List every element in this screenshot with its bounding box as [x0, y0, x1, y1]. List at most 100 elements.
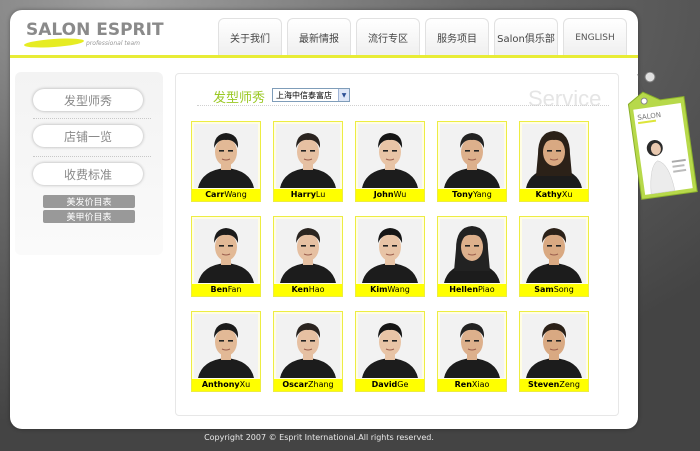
stylist-card[interactable]: RenXiao: [437, 311, 507, 392]
stylist-photo: [522, 219, 586, 283]
stylist-name: JohnWu: [356, 189, 424, 201]
stylist-name: HarryLu: [274, 189, 342, 201]
stylist-first-name: Ken: [291, 285, 309, 294]
store-select-value: 上海中信泰富店: [276, 90, 332, 100]
page-title: 发型师秀: [213, 91, 266, 106]
stylist-name: RenXiao: [438, 379, 506, 391]
stylist-photo: [358, 314, 422, 378]
sidebar-item-pricing[interactable]: 收费标准: [33, 163, 143, 185]
stylist-name: KimWang: [356, 284, 424, 296]
stylist-card[interactable]: BenFan: [191, 216, 261, 297]
stylist-first-name: Anthony: [201, 380, 240, 389]
stylist-first-name: Kim: [370, 285, 388, 294]
stylist-card[interactable]: CarrWang: [191, 121, 261, 202]
stylist-first-name: Carr: [205, 190, 225, 199]
stylist-name: KenHao: [274, 284, 342, 296]
stylist-first-name: Harry: [290, 190, 316, 199]
stylist-card[interactable]: StevenZeng: [519, 311, 589, 392]
stylist-photo: [358, 124, 422, 188]
stylist-photo: [194, 124, 258, 188]
stylist-photo: [358, 219, 422, 283]
service-watermark: Service: [528, 86, 602, 111]
stylist-last-name: Zhang: [308, 380, 334, 389]
stylist-first-name: John: [373, 190, 394, 199]
stylist-name: DavidGe: [356, 379, 424, 391]
stylist-last-name: Fan: [227, 285, 242, 294]
stylist-card[interactable]: KathyXu: [519, 121, 589, 202]
sidebar-item-stores[interactable]: 店铺一览: [33, 125, 143, 147]
stylist-card[interactable]: SamSong: [519, 216, 589, 297]
stylist-last-name: Wu: [393, 190, 407, 199]
stylist-first-name: Hellen: [449, 285, 479, 294]
stylist-last-name: Lu: [315, 190, 326, 199]
nav-divider: [10, 55, 638, 58]
stylist-card[interactable]: KenHao: [273, 216, 343, 297]
stylist-name: StevenZeng: [520, 379, 588, 391]
store-select[interactable]: 上海中信泰富店 ▼: [272, 88, 350, 102]
stylist-card[interactable]: OscarZhang: [273, 311, 343, 392]
stylist-last-name: Xiao: [471, 380, 490, 389]
stylist-card[interactable]: KimWang: [355, 216, 425, 297]
stylist-last-name: Hao: [308, 285, 325, 294]
stylist-name: AnthonyXu: [192, 379, 260, 391]
stylist-name: CarrWang: [192, 189, 260, 201]
stylist-last-name: Xu: [561, 190, 573, 199]
stylist-photo: [522, 314, 586, 378]
stylist-name: SamSong: [520, 284, 588, 296]
stylist-card[interactable]: HarryLu: [273, 121, 343, 202]
sidebar-subitem-nail-prices[interactable]: 美甲价目表: [43, 210, 135, 223]
nav-salon-club[interactable]: Salon俱乐部: [494, 18, 558, 56]
nav-english[interactable]: ENGLISH: [563, 18, 627, 56]
stylist-first-name: David: [371, 380, 398, 389]
stylist-card[interactable]: TonyYang: [437, 121, 507, 202]
stylist-first-name: Ren: [454, 380, 472, 389]
sidebar-divider: [33, 156, 151, 157]
stylist-first-name: Sam: [534, 285, 554, 294]
sidebar: 发型师秀 店铺一览 收费标准 美发价目表 美甲价目表: [15, 72, 163, 255]
stylist-name: KathyXu: [520, 189, 588, 201]
stylist-name: BenFan: [192, 284, 260, 296]
stylist-first-name: Oscar: [282, 380, 309, 389]
stylist-last-name: Wang: [387, 285, 410, 294]
chevron-down-icon[interactable]: ▼: [338, 89, 349, 101]
stylist-last-name: Yang: [472, 190, 492, 199]
stylist-last-name: Zeng: [559, 380, 580, 389]
nav-services[interactable]: 服务项目: [425, 18, 489, 56]
hang-tag-ad[interactable]: SALON: [624, 72, 700, 200]
stylist-name: TonyYang: [438, 189, 506, 201]
logo-subtitle: professional team: [86, 40, 140, 47]
stylist-last-name: Piao: [478, 285, 495, 294]
stylist-photo: [276, 219, 340, 283]
stylist-photo: [522, 124, 586, 188]
stylist-photo: [276, 124, 340, 188]
sidebar-subitem-hair-prices[interactable]: 美发价目表: [43, 195, 135, 208]
stylist-first-name: Kathy: [535, 190, 562, 199]
content-divider: [197, 105, 609, 106]
sidebar-divider: [33, 118, 151, 119]
top-navigation: 关于我们 最新情报 流行专区 服务项目 Salon俱乐部 ENGLISH: [218, 18, 627, 56]
stylist-last-name: Wang: [224, 190, 247, 199]
stylist-card[interactable]: DavidGe: [355, 311, 425, 392]
stylist-name: HellenPiao: [438, 284, 506, 296]
stylist-first-name: Tony: [452, 190, 473, 199]
stylist-name: OscarZhang: [274, 379, 342, 391]
stylist-photo: [194, 314, 258, 378]
stylist-last-name: Xu: [239, 380, 251, 389]
stylist-photo: [440, 314, 504, 378]
stylist-card[interactable]: AnthonyXu: [191, 311, 261, 392]
stylist-card[interactable]: JohnWu: [355, 121, 425, 202]
logo-text: SALON ESPRIT: [26, 20, 164, 40]
stylist-photo: [276, 314, 340, 378]
stylist-first-name: Ben: [210, 285, 228, 294]
nav-about-us[interactable]: 关于我们: [218, 18, 282, 56]
stylist-photo: [440, 219, 504, 283]
nav-latest-news[interactable]: 最新情报: [287, 18, 351, 56]
stylist-first-name: Steven: [528, 380, 560, 389]
sidebar-item-stylists[interactable]: 发型师秀: [33, 89, 143, 111]
stylist-last-name: Song: [553, 285, 574, 294]
stylist-card[interactable]: HellenPiao: [437, 216, 507, 297]
stylist-photo: [440, 124, 504, 188]
stylist-photo: [194, 219, 258, 283]
nav-trends[interactable]: 流行专区: [356, 18, 420, 56]
footer-copyright: Copyright 2007 © Esprit International.Al…: [204, 433, 434, 442]
